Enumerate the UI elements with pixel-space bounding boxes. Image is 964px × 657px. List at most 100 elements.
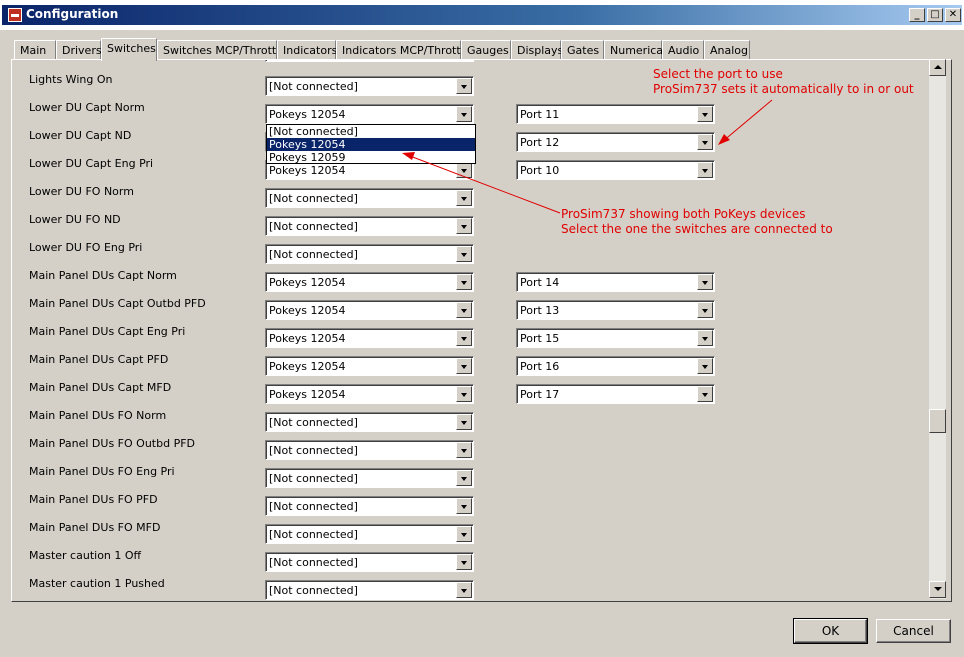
scroll-up-button[interactable] [929,59,946,76]
dropdown-arrow-icon[interactable] [456,386,472,402]
device-combobox[interactable]: Pokeys 12054 [265,384,474,404]
device-combobox[interactable]: [Not connected] [265,244,474,264]
dropdown-arrow-icon[interactable] [456,330,472,346]
port-combobox[interactable]: Port 16 [516,356,715,376]
device-combobox[interactable]: [Not connected] [265,412,474,432]
port-value: Port 12 [520,136,560,149]
device-combobox[interactable]: Pokeys 12054 [265,272,474,292]
cancel-button[interactable]: Cancel [876,619,951,643]
device-combobox[interactable]: Pokeys 12054 [265,104,474,124]
tab-analog[interactable]: Analog [704,40,750,60]
switch-label: Main Panel DUs Capt MFD [29,381,172,394]
dropdown-arrow-icon[interactable] [697,134,713,150]
device-combobox[interactable]: Pokeys 12054 [265,328,474,348]
switch-label: Main Panel DUs FO Outbd PFD [29,437,195,450]
dropdown-arrow-icon[interactable] [697,330,713,346]
device-combobox[interactable]: [Not connected] [265,468,474,488]
dropdown-arrow-icon[interactable] [456,526,472,542]
tab-drivers[interactable]: Drivers [56,40,102,60]
minimize-button[interactable]: _ [909,8,925,22]
dropdown-arrow-icon[interactable] [456,106,472,122]
tab-audio[interactable]: Audio [662,40,704,60]
port-combobox[interactable]: Port 14 [516,272,715,292]
device-value: Pokeys 12054 [269,304,346,317]
device-value: Pokeys 12054 [269,276,346,289]
switch-label: Lower DU Capt ND [29,129,132,142]
dropdown-arrow-icon[interactable] [456,442,472,458]
port-combobox[interactable]: Port 11 [516,104,715,124]
tab-switches[interactable]: Switches [101,38,157,61]
switch-label: Lower DU Capt Eng Pri [29,157,154,170]
port-value: Port 15 [520,332,560,345]
title-bar-fill: Configuration _ □ ✕ [2,5,962,25]
dropdown-arrow-icon[interactable] [456,358,472,374]
dropdown-arrow-icon[interactable] [456,78,472,94]
port-combobox[interactable]: Port 17 [516,384,715,404]
dropdown-option[interactable]: [Not connected] [267,125,475,138]
device-combobox[interactable]: Pokeys 12054 [265,356,474,376]
device-value: [Not connected] [269,416,358,429]
dropdown-arrow-icon[interactable] [456,554,472,570]
dropdown-arrow-icon[interactable] [456,246,472,262]
dropdown-arrow-icon[interactable] [456,274,472,290]
tab-gauges[interactable]: Gauges [461,40,511,60]
device-value: [Not connected] [269,472,358,485]
tab-switches-mcp-throttle[interactable]: Switches MCP/Throttle [157,40,286,60]
device-annotation-line2: Select the one the switches are connecte… [561,222,833,236]
tab-indicators[interactable]: Indicators [277,40,337,60]
port-annotation-line2: ProSim737 sets it automatically to in or… [653,82,914,96]
device-dropdown-list[interactable]: [Not connected] Pokeys 12054 Pokeys 12059 [266,124,476,164]
tab-displays[interactable]: Displays [511,40,563,60]
tab-gates[interactable]: Gates [561,40,604,60]
close-button[interactable]: ✕ [945,8,961,22]
device-combobox[interactable]: Pokeys 12054 [265,300,474,320]
port-value: Port 11 [520,108,560,121]
port-value: Port 13 [520,304,560,317]
port-combobox[interactable]: Port 13 [516,300,715,320]
port-combobox[interactable]: Port 15 [516,328,715,348]
device-combobox[interactable]: [Not connected] [265,524,474,544]
tab-numerical[interactable]: Numerical [604,40,666,60]
port-annotation-line1: Select the port to use [653,67,783,81]
dropdown-arrow-icon[interactable] [456,470,472,486]
dropdown-arrow-icon[interactable] [456,162,472,178]
tab-main[interactable]: Main [14,40,56,60]
switch-label: Lower DU FO Eng Pri [29,241,143,254]
device-combobox[interactable]: [Not connected] [265,496,474,516]
device-combobox[interactable]: [Not connected] [265,216,474,236]
device-combobox[interactable]: [Not connected] [265,580,474,600]
device-combobox[interactable]: [Not connected] [265,188,474,208]
dropdown-arrow-icon[interactable] [456,302,472,318]
device-combobox[interactable]: [Not connected] [265,440,474,460]
device-value: [Not connected] [269,192,358,205]
device-combobox[interactable]: [Not connected] [265,552,474,572]
switch-label: Main Panel DUs FO Norm [29,409,167,422]
device-value: Pokeys 12054 [269,388,346,401]
port-combobox[interactable]: Port 12 [516,132,715,152]
dropdown-arrow-icon[interactable] [697,386,713,402]
maximize-button[interactable]: □ [927,8,943,22]
tab-indicators-mcp-throttle[interactable]: Indicators MCP/Throttle [336,40,471,60]
dropdown-arrow-icon[interactable] [456,414,472,430]
scroll-thumb[interactable] [929,409,946,433]
dropdown-arrow-icon[interactable] [697,302,713,318]
dropdown-arrow-icon[interactable] [456,498,472,514]
switch-label: Main Panel DUs Capt Outbd PFD [29,297,206,310]
dropdown-arrow-icon[interactable] [697,162,713,178]
vertical-scrollbar[interactable] [929,59,946,599]
dropdown-arrow-icon[interactable] [697,358,713,374]
device-combobox[interactable]: [Not connected] [265,76,474,96]
dropdown-option[interactable]: Pokeys 12059 [267,151,475,164]
tab-strip: Main Drivers Switches Switches MCP/Throttle… [14,38,754,61]
title-bar: Configuration _ □ ✕ [0,0,964,30]
ok-button[interactable]: OK [793,618,868,644]
port-combobox[interactable]: Port 10 [516,160,715,180]
dropdown-arrow-icon[interactable] [456,190,472,206]
scroll-down-button[interactable] [929,581,946,598]
dropdown-arrow-icon[interactable] [456,218,472,234]
device-value: [Not connected] [269,220,358,233]
dropdown-arrow-icon[interactable] [697,274,713,290]
dropdown-arrow-icon[interactable] [456,582,472,598]
dropdown-arrow-icon[interactable] [697,106,713,122]
dropdown-option[interactable]: Pokeys 12054 [267,138,475,151]
